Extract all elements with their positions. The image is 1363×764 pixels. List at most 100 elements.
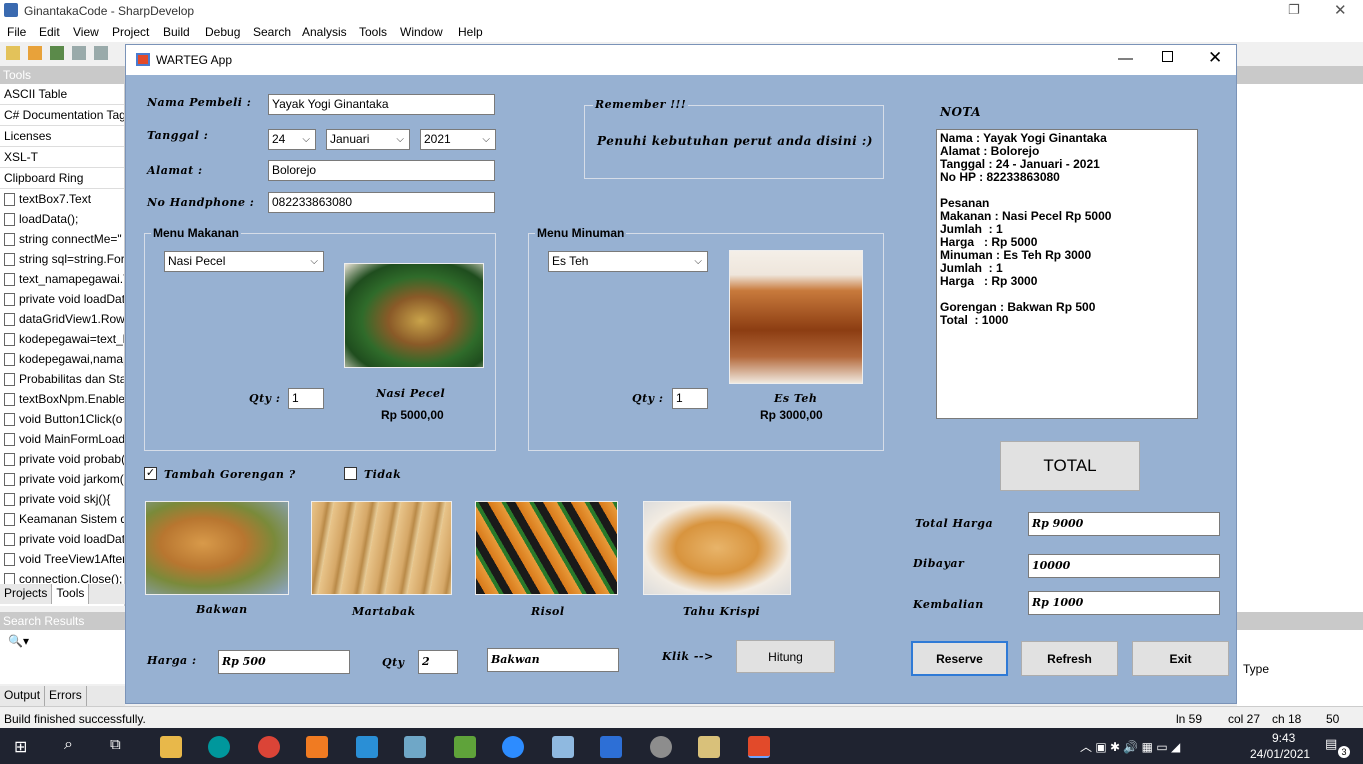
menu-project[interactable]: Project: [112, 25, 149, 39]
tool-category[interactable]: XSL-T: [0, 147, 124, 168]
makanan-select[interactable]: Nasi Pecel ⌵: [164, 251, 324, 272]
arduino-icon[interactable]: [208, 736, 230, 758]
hp-field[interactable]: 082233863080: [268, 192, 495, 213]
virtualbox-icon[interactable]: [552, 736, 574, 758]
save-icon[interactable]: [72, 46, 86, 60]
new-file-icon[interactable]: [6, 46, 20, 60]
exit-button[interactable]: Exit: [1132, 641, 1229, 676]
tab-errors[interactable]: Errors: [45, 686, 87, 706]
kembalian-field[interactable]: Rp 1000: [1028, 591, 1220, 615]
tool-category[interactable]: C# Documentation Tags: [0, 105, 124, 126]
dibayar-field[interactable]: 10000: [1028, 554, 1220, 578]
clipboard-item[interactable]: kodepegawai,namap: [0, 349, 124, 369]
notification-icon[interactable]: ▤: [1325, 736, 1337, 752]
clipboard-item[interactable]: private void jarkom(: [0, 469, 124, 489]
menu-window[interactable]: Window: [400, 25, 443, 39]
tool-category[interactable]: ASCII Table: [0, 84, 124, 105]
tab-tools[interactable]: Tools: [52, 584, 90, 604]
close-icon[interactable]: ✕: [1208, 48, 1222, 68]
zoom-icon[interactable]: [502, 736, 524, 758]
gorengan-field[interactable]: Bakwan: [487, 648, 619, 672]
clock-date[interactable]: 24/01/2021: [1250, 747, 1310, 761]
clipboard-item[interactable]: textBox7.Text: [0, 189, 124, 209]
open-project-icon[interactable]: [50, 46, 64, 60]
risol-image[interactable]: [475, 501, 618, 595]
menu-help[interactable]: Help: [458, 25, 483, 39]
search-icon[interactable]: ⌕: [64, 736, 73, 754]
file-explorer-icon[interactable]: [160, 736, 182, 758]
clipboard-item[interactable]: Keamanan Sistem da: [0, 509, 124, 529]
clipboard-item[interactable]: private void skj(){: [0, 489, 124, 509]
day-select[interactable]: 24 ⌵: [268, 129, 316, 150]
xampp-icon[interactable]: [306, 736, 328, 758]
qty-field[interactable]: 2: [418, 650, 458, 674]
tool-category[interactable]: Licenses: [0, 126, 124, 147]
clipboard-item[interactable]: void Button1Click(o: [0, 409, 124, 429]
tahu-krispi-image[interactable]: [643, 501, 791, 595]
clipboard-item[interactable]: kodepegawai=text_k: [0, 329, 124, 349]
bakwan-image[interactable]: [145, 501, 289, 595]
android-icon[interactable]: [454, 736, 476, 758]
makanan-qty-field[interactable]: 1: [288, 388, 324, 409]
tidak-checkbox[interactable]: [344, 467, 357, 480]
task-view-icon[interactable]: ⧉: [110, 736, 121, 753]
document-icon: [4, 512, 15, 526]
menu-search[interactable]: Search: [253, 25, 291, 39]
clock-time[interactable]: 9:43: [1272, 731, 1295, 745]
clipboard-item[interactable]: void MainFormLoad: [0, 429, 124, 449]
nota-textarea[interactable]: Nama : Yayak Yogi Ginantaka Alamat : Bol…: [936, 129, 1198, 419]
paint-icon[interactable]: [698, 736, 720, 758]
menu-edit[interactable]: Edit: [39, 25, 60, 39]
hitung-button[interactable]: Hitung: [736, 640, 835, 673]
windows-start-icon[interactable]: ⊞: [14, 737, 27, 757]
martabak-image[interactable]: [311, 501, 452, 595]
clipboard-item[interactable]: loadData();: [0, 209, 124, 229]
sharpdevelop-task-icon[interactable]: [650, 736, 672, 758]
warteg-task-icon[interactable]: [748, 736, 770, 758]
clipboard-item[interactable]: private void loadDat: [0, 289, 124, 309]
clipboard-item[interactable]: void TreeView1After: [0, 549, 124, 569]
refresh-button[interactable]: Refresh: [1021, 641, 1118, 676]
ide-restore-icon[interactable]: ❐: [1288, 2, 1300, 18]
clipboard-item[interactable]: textBoxNpm.Enable: [0, 389, 124, 409]
nama-field[interactable]: Yayak Yogi Ginantaka: [268, 94, 495, 115]
app-icon[interactable]: [404, 736, 426, 758]
chrome-icon[interactable]: [258, 736, 280, 758]
tambah-checkbox[interactable]: ✓: [144, 467, 157, 480]
maximize-icon[interactable]: [1162, 51, 1173, 62]
clipboard-item[interactable]: string sql=string.For: [0, 249, 124, 269]
wps-writer-icon[interactable]: [600, 736, 622, 758]
tool-category[interactable]: Clipboard Ring: [0, 168, 124, 189]
year-select[interactable]: 2021 ⌵: [420, 129, 496, 150]
save-all-icon[interactable]: [94, 46, 108, 60]
menu-file[interactable]: File: [7, 25, 26, 39]
tab-projects[interactable]: Projects: [0, 584, 53, 604]
minuman-qty-field[interactable]: 1: [672, 388, 708, 409]
clipboard-item[interactable]: string connectMe=": [0, 229, 124, 249]
open-file-icon[interactable]: [28, 46, 42, 60]
search-icon[interactable]: 🔍▾: [8, 634, 29, 648]
remember-group: Remember !!! Penuhi kebutuhan perut anda…: [584, 98, 884, 179]
tab-output[interactable]: Output: [0, 686, 46, 706]
clipboard-item[interactable]: dataGridView1.Rows: [0, 309, 124, 329]
menu-view[interactable]: View: [73, 25, 99, 39]
clipboard-item[interactable]: private void loadDat: [0, 529, 124, 549]
clipboard-item[interactable]: text_namapegawai.T: [0, 269, 124, 289]
minimize-icon[interactable]: —: [1118, 50, 1133, 67]
tray-icons[interactable]: ︿ ▣ ✱ 🔊 ▦ ▭ ◢: [1080, 738, 1180, 755]
minuman-select[interactable]: Es Teh ⌵: [548, 251, 708, 272]
clipboard-item[interactable]: Probabilitas dan Stat: [0, 369, 124, 389]
harga-field[interactable]: Rp 500: [218, 650, 350, 674]
total-harga-field[interactable]: Rp 9000: [1028, 512, 1220, 536]
ide-close-icon[interactable]: ✕: [1334, 1, 1347, 19]
reserve-button[interactable]: Reserve: [911, 641, 1008, 676]
alamat-field[interactable]: Bolorejo: [268, 160, 495, 181]
month-select[interactable]: Januari ⌵: [326, 129, 410, 150]
total-button[interactable]: TOTAL: [1000, 441, 1140, 491]
vscode-icon[interactable]: [356, 736, 378, 758]
menu-build[interactable]: Build: [163, 25, 190, 39]
menu-analysis[interactable]: Analysis: [302, 25, 347, 39]
menu-debug[interactable]: Debug: [205, 25, 240, 39]
clipboard-item[interactable]: private void probab(: [0, 449, 124, 469]
menu-tools[interactable]: Tools: [359, 25, 387, 39]
